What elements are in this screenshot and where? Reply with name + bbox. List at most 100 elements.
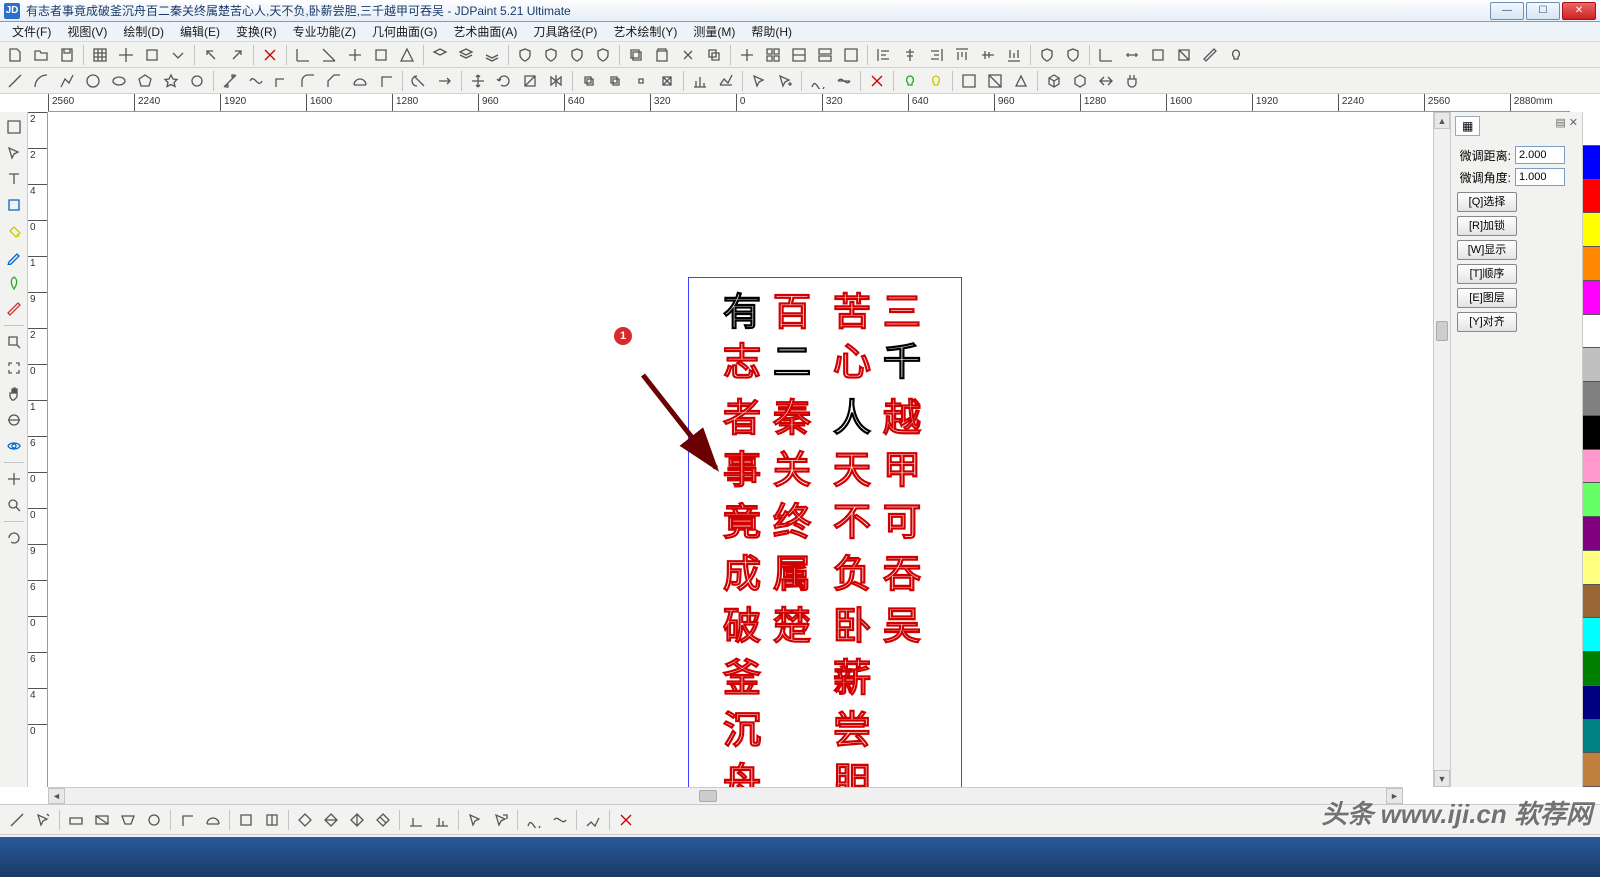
color-swatch[interactable]: [1583, 180, 1600, 214]
bt-edge2-icon[interactable]: [430, 809, 454, 831]
color-swatch[interactable]: [1583, 517, 1600, 551]
layer-2-icon[interactable]: [454, 44, 478, 66]
bool-u-icon[interactable]: [577, 70, 601, 92]
dim-h-icon[interactable]: [1120, 44, 1144, 66]
snap-dropdown-icon[interactable]: [166, 44, 190, 66]
menu-变换r[interactable]: 变换(R): [228, 22, 285, 41]
text-tool-icon[interactable]: [2, 167, 26, 191]
view-4-icon[interactable]: [813, 44, 837, 66]
scroll-left-button[interactable]: ◄: [48, 788, 65, 804]
glyph[interactable]: 苦: [833, 294, 871, 332]
bt-diam4-icon[interactable]: [371, 809, 395, 831]
glyph[interactable]: 负: [833, 556, 871, 594]
coord-3-icon[interactable]: [343, 44, 367, 66]
bt-shape3-icon[interactable]: [116, 809, 140, 831]
bt-tan-icon[interactable]: [201, 809, 225, 831]
delete-icon[interactable]: [258, 44, 282, 66]
mirror-icon[interactable]: [544, 70, 568, 92]
glyph[interactable]: 吴: [883, 608, 921, 646]
cut-icon[interactable]: [676, 44, 700, 66]
color-swatch[interactable]: [1583, 551, 1600, 585]
copy-icon[interactable]: [624, 44, 648, 66]
panel-button[interactable]: [Q]选择: [1457, 192, 1517, 212]
polyline-icon[interactable]: [55, 70, 79, 92]
color-swatch[interactable]: [1583, 213, 1600, 247]
menu-编辑e[interactable]: 编辑(E): [172, 22, 228, 41]
glyph[interactable]: 薪: [833, 660, 871, 698]
shield-2-icon[interactable]: [539, 44, 563, 66]
canvas[interactable]: 1 有百苦三志二心千者秦人越事关天甲竟终不可成属负吞破楚卧吴釜薪沉尝舟胆: [48, 112, 1433, 787]
perp-icon[interactable]: [374, 70, 398, 92]
crosshair-icon[interactable]: [114, 44, 138, 66]
shield-3-icon[interactable]: [565, 44, 589, 66]
close-button[interactable]: ✕: [1562, 2, 1596, 20]
ruler-icon[interactable]: [1198, 44, 1222, 66]
glyph[interactable]: 越: [883, 400, 921, 438]
select-rect-icon[interactable]: [2, 115, 26, 139]
align-c-icon[interactable]: [898, 44, 922, 66]
glyph[interactable]: 事: [723, 452, 761, 490]
circle-icon[interactable]: [81, 70, 105, 92]
align-r-icon[interactable]: [924, 44, 948, 66]
horizontal-scrollbar[interactable]: ◄ ►: [48, 787, 1403, 804]
glyph[interactable]: 志: [723, 344, 761, 382]
pan-tool-icon[interactable]: [2, 382, 26, 406]
edge-2-icon[interactable]: [714, 70, 738, 92]
glyph[interactable]: 楚: [773, 608, 811, 646]
extend-icon[interactable]: [433, 70, 457, 92]
color-swatch[interactable]: [1583, 652, 1600, 686]
lightbulb-yellow-icon[interactable]: [924, 70, 948, 92]
pick-icon[interactable]: [747, 70, 771, 92]
align-l-icon[interactable]: [872, 44, 896, 66]
color-swatch[interactable]: [1583, 112, 1600, 146]
os-taskbar[interactable]: [0, 837, 1600, 877]
edge-1-icon[interactable]: [688, 70, 712, 92]
3d-1-icon[interactable]: [1042, 70, 1066, 92]
axis-icon[interactable]: [1094, 44, 1118, 66]
redo-icon[interactable]: [225, 44, 249, 66]
leaf-tool-icon[interactable]: [2, 271, 26, 295]
dim-s-icon[interactable]: [1172, 44, 1196, 66]
new-file-icon[interactable]: [3, 44, 27, 66]
select-arrow-icon[interactable]: [2, 141, 26, 165]
ellipse-icon[interactable]: [107, 70, 131, 92]
rotate-icon[interactable]: [492, 70, 516, 92]
layer-3-icon[interactable]: [480, 44, 504, 66]
zoom-tool-icon[interactable]: [2, 493, 26, 517]
menu-专业功能z[interactable]: 专业功能(Z): [285, 22, 364, 41]
color-swatch[interactable]: [1583, 281, 1600, 315]
glyph[interactable]: 尝: [833, 712, 871, 750]
bt-box1-icon[interactable]: [234, 809, 258, 831]
nudge-distance-input[interactable]: [1515, 146, 1565, 164]
3d-3-icon[interactable]: [1094, 70, 1118, 92]
menu-帮助h[interactable]: 帮助(H): [743, 22, 800, 41]
panel-pin-icon[interactable]: ▤ ✕: [1555, 116, 1578, 129]
bt-diam3-icon[interactable]: [345, 809, 369, 831]
menu-艺术曲面a[interactable]: 艺术曲面(A): [445, 22, 525, 41]
align-b-icon[interactable]: [1002, 44, 1026, 66]
panel-button[interactable]: [R]加锁: [1457, 216, 1517, 236]
color-swatch[interactable]: [1583, 720, 1600, 754]
bt-delete-icon[interactable]: [614, 809, 638, 831]
shield-b-icon[interactable]: [1061, 44, 1085, 66]
glyph[interactable]: 二: [773, 344, 811, 382]
menu-刀具路径p[interactable]: 刀具路径(P): [525, 22, 605, 41]
coord-1-icon[interactable]: [291, 44, 315, 66]
eye-tool-icon[interactable]: [2, 434, 26, 458]
menu-几何曲面g[interactable]: 几何曲面(G): [364, 22, 445, 41]
scroll-down-button[interactable]: ▼: [1434, 770, 1450, 787]
bool-i-icon[interactable]: [629, 70, 653, 92]
color-swatch[interactable]: [1583, 348, 1600, 382]
bt-diam2-icon[interactable]: [319, 809, 343, 831]
menu-视图v[interactable]: 视图(V): [59, 22, 115, 41]
glyph[interactable]: 天: [833, 452, 871, 490]
zoom-extents-icon[interactable]: [2, 356, 26, 380]
bt-shape1-icon[interactable]: [64, 809, 88, 831]
glyph[interactable]: 甲: [883, 452, 921, 490]
color-swatch[interactable]: [1583, 146, 1600, 180]
tangent-icon[interactable]: [348, 70, 372, 92]
plug-icon[interactable]: [1120, 70, 1144, 92]
scroll-up-button[interactable]: ▲: [1434, 112, 1450, 129]
glyph[interactable]: 釜: [723, 660, 761, 698]
color-swatch[interactable]: [1583, 416, 1600, 450]
